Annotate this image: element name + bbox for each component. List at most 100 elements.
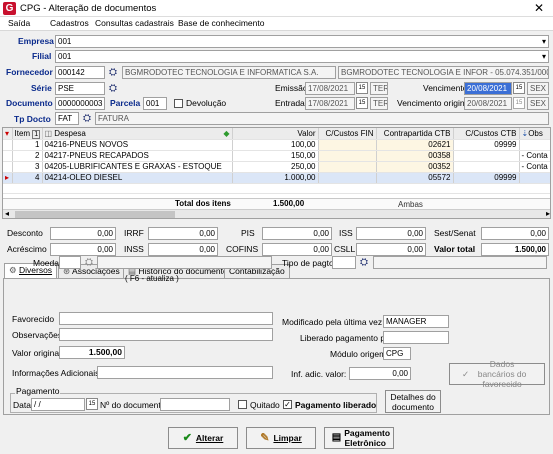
menu-cadastros[interactable]: Cadastros <box>50 18 89 29</box>
moeda-name <box>97 256 272 269</box>
grid-header-valor[interactable]: Valor <box>232 128 319 140</box>
venc-original-input: 20/08/2021 <box>464 97 512 110</box>
favorecido-label: Favorecido <box>12 314 55 324</box>
filial-select[interactable]: 001 ▾ <box>55 50 549 63</box>
tpdocto-input[interactable]: FAT <box>55 112 79 125</box>
close-icon[interactable]: ✕ <box>534 1 544 15</box>
calendar-icon[interactable]: 15 <box>86 398 98 410</box>
tipo-pagto-name <box>373 256 547 269</box>
alterar-button[interactable]: ✔ Alterar <box>168 427 238 449</box>
tipo-pagto-input[interactable] <box>332 256 356 269</box>
documento-input[interactable]: 0000000003 <box>55 97 105 110</box>
inss-label: INSS <box>124 244 144 254</box>
csll-input[interactable]: 0,00 <box>356 243 426 256</box>
broom-icon: ✎ <box>260 432 270 444</box>
emissao-label: Emissão <box>275 83 308 93</box>
vencimento-input[interactable]: 20/08/2021 <box>464 82 512 95</box>
modulo-input: CPG <box>383 347 411 360</box>
window-title: CPG - Alteração de documentos <box>20 3 157 14</box>
vencimento-day: SEX <box>527 82 549 95</box>
acrescimo-input[interactable]: 0,00 <box>50 243 116 256</box>
info-adicionais-input[interactable] <box>97 366 273 379</box>
pis-label: PIS <box>241 228 255 238</box>
venc-original-label: Vencimento original <box>397 98 472 108</box>
modificado-label: Modificado pela última vez por <box>282 317 397 327</box>
binoculars-icon[interactable]: ⛭ <box>107 82 119 94</box>
observacoes-input[interactable] <box>59 328 273 341</box>
detalhes-documento-button[interactable]: Detalhes do documento <box>385 390 441 413</box>
table-row[interactable]: 3 04205-LUBRIFICANTES E GRAXAS - ESTOQUE 2… <box>3 161 550 173</box>
fornecedor-code-input[interactable]: 000142 <box>55 66 105 79</box>
tipo-pagto-label: Tipo de pagto <box>282 258 334 268</box>
parcela-input[interactable]: 001 <box>143 97 167 110</box>
calendar-icon[interactable]: 15 <box>513 82 525 94</box>
entrada-input[interactable]: 17/08/2021 <box>305 97 355 110</box>
data-pagamento-input[interactable]: / / <box>31 398 85 411</box>
liberado-input <box>383 331 449 344</box>
quitado-checkbox[interactable] <box>238 400 247 409</box>
filter-icon: ◫ <box>44 128 53 138</box>
serie-input[interactable]: PSE <box>55 82 105 95</box>
row-pointer-icon: ▸ <box>3 172 13 184</box>
pagamento-liberado-checkbox[interactable]: ✓ <box>283 400 292 409</box>
iss-input[interactable]: 0,00 <box>356 227 426 240</box>
inss-input[interactable]: 0,00 <box>148 243 218 256</box>
fornecedor-name-cnpj: BGMRODOTEC TECNOLOGIA E INFOR - 05.074.3… <box>338 66 549 79</box>
entrada-label: Entrada <box>275 98 305 108</box>
sest-input[interactable]: 0,00 <box>481 227 549 240</box>
fornecedor-label: Fornecedor <box>6 67 53 77</box>
check-icon: ✔ <box>182 432 192 444</box>
grid-header-contra[interactable]: Contrapartida CTB <box>376 128 454 140</box>
limpar-button[interactable]: ✎ Limpar <box>246 427 316 449</box>
desconto-label: Desconto <box>7 228 43 238</box>
table-row[interactable]: 1 04216-PNEUS NOVOS 100,00 02621 09999 <box>3 139 550 151</box>
chevron-down-icon: ▾ <box>541 37 546 46</box>
emissao-input[interactable]: 17/08/2021 <box>305 82 355 95</box>
entrada-day: TER <box>370 97 388 110</box>
venc-original-day: SEX <box>527 97 549 110</box>
grid-header-despesa[interactable]: ◫ Despesa ◆ <box>42 128 233 140</box>
desconto-input[interactable]: 0,00 <box>50 227 116 240</box>
vencimento-label: Vencimento <box>423 83 468 93</box>
scroll-right-icon[interactable]: ▸ <box>546 209 550 218</box>
menu-saida[interactable]: Saída <box>8 18 30 29</box>
cofins-input[interactable]: 0,00 <box>262 243 332 256</box>
items-grid: ▾ Item 1 ◫ Despesa ◆ Valor C/Custos FIN C… <box>2 127 551 219</box>
pagamento-eletronico-button[interactable]: ▤ Pagamento Eletrônico <box>324 427 394 449</box>
binoculars-icon[interactable]: ⛭ <box>81 112 93 124</box>
empresa-select[interactable]: 001 ▾ <box>55 35 549 48</box>
printer-icon: ▤ <box>331 432 342 443</box>
grid-header-ccfin[interactable]: C/Custos FIN <box>318 128 377 140</box>
ndoc-input[interactable] <box>160 398 230 411</box>
valor-total-label: Valor total <box>434 244 476 254</box>
calendar-icon[interactable]: 15 <box>356 97 368 109</box>
devolucao-checkbox[interactable] <box>174 99 183 108</box>
binoculars-icon[interactable]: ⛭ <box>107 66 119 78</box>
grid-header-obs[interactable]: ⇣Obs <box>519 128 550 140</box>
binoculars-icon[interactable]: ⛭ <box>358 256 370 268</box>
moeda-label: Moeda <box>33 258 59 268</box>
scroll-left-icon[interactable]: ◂ <box>5 209 9 218</box>
moeda-input[interactable] <box>59 256 81 269</box>
menu-consultas[interactable]: Consultas cadastrais <box>95 18 174 29</box>
filial-label: Filial <box>32 51 52 61</box>
irrf-input[interactable]: 0,00 <box>148 227 218 240</box>
favorecido-input[interactable] <box>59 312 273 325</box>
calendar-icon: 15 <box>513 97 525 109</box>
grid-header-item[interactable]: Item 1 <box>12 128 43 140</box>
calendar-icon[interactable]: 15 <box>356 82 368 94</box>
emissao-day: TER <box>370 82 388 95</box>
table-row[interactable]: 2 04217-PNEUS RECAPADOS 150,00 00358- Conta <box>3 150 550 162</box>
total-itens-value: 1.500,00 <box>273 199 305 208</box>
horizontal-scrollbar[interactable]: ◂ ▸ <box>3 209 550 218</box>
tpdocto-label: Tp Docto <box>14 114 51 124</box>
table-row-selected[interactable]: ▸ 4 04214-OLEO DIESEL 1.000,00 05572 09999 <box>3 172 550 184</box>
binoculars-icon: ⛭ <box>85 256 93 268</box>
dados-bancarios-button[interactable]: ✓ Dados bancários do favorecido <box>449 359 545 389</box>
inf-adic-valor-input[interactable]: 0,00 <box>349 367 411 380</box>
pis-input[interactable]: 0,00 <box>262 227 332 240</box>
grid-total-row: Total dos itens 1.500,00 <box>3 198 550 209</box>
scrollbar-thumb[interactable] <box>15 211 175 218</box>
grid-header-ccctb[interactable]: C/Custos CTB <box>453 128 520 140</box>
menu-base-conhecimento[interactable]: Base de conhecimento <box>178 18 264 29</box>
